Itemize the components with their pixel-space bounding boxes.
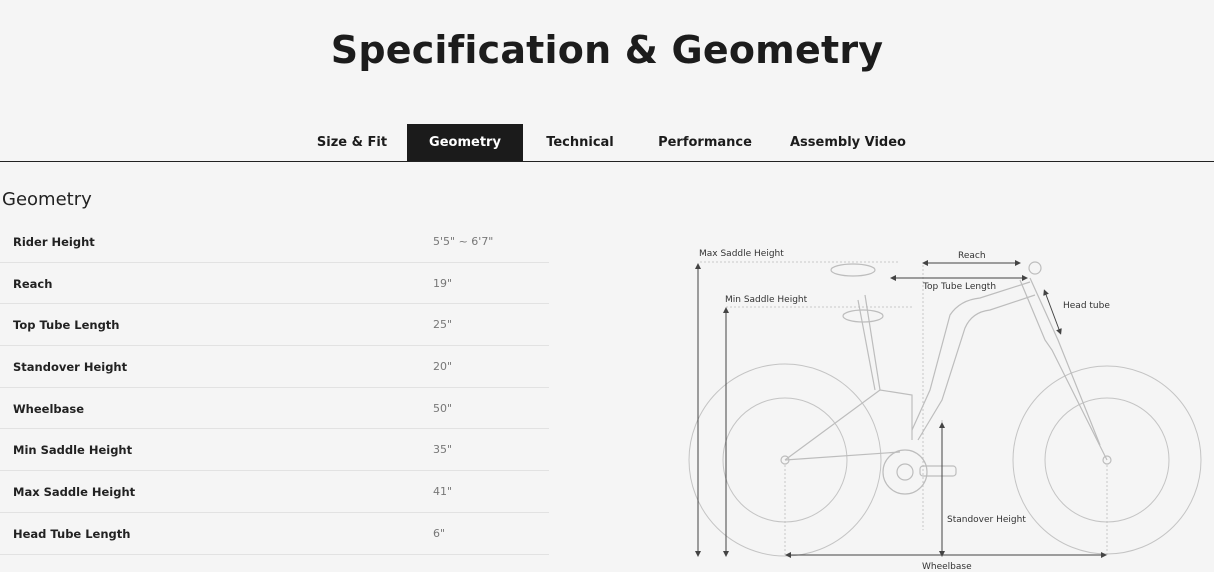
bike-geometry-diagram: Max Saddle Height Min Saddle Height Reac… (680, 240, 1210, 572)
spec-label: Wheelbase (13, 401, 85, 416)
section-title: Geometry (2, 189, 92, 210)
geometry-table: Rider Height 5'5" ~ 6'7" Reach 19" Top T… (0, 221, 549, 555)
label-head-tube: Head tube (1063, 301, 1110, 311)
table-row: Reach 19" (0, 263, 549, 305)
tab-size-fit[interactable]: Size & Fit (308, 124, 396, 161)
tab-geometry[interactable]: Geometry (407, 124, 523, 161)
spec-label: Max Saddle Height (13, 485, 136, 500)
spec-value: 5'5" ~ 6'7" (433, 235, 494, 248)
label-top-tube: Top Tube Length (922, 282, 996, 292)
table-row: Standover Height 20" (0, 346, 549, 388)
table-row: Head Tube Length 6" (0, 513, 549, 555)
table-row: Wheelbase 50" (0, 388, 549, 430)
label-min-saddle: Min Saddle Height (725, 295, 808, 305)
spec-label: Rider Height (13, 235, 95, 249)
spec-label: Min Saddle Height (13, 443, 133, 458)
spec-value: 6" (433, 526, 446, 540)
tab-performance[interactable]: Performance (650, 124, 760, 161)
label-reach: Reach (958, 251, 986, 261)
spec-value: 50" (433, 401, 453, 415)
table-row: Rider Height 5'5" ~ 6'7" (0, 221, 549, 263)
spec-label: Standover Height (13, 360, 128, 375)
table-row: Max Saddle Height 41" (0, 471, 549, 513)
spec-value: 20" (433, 360, 453, 374)
tab-bar: Size & Fit Geometry Technical Performanc… (0, 124, 1214, 162)
guide-lines (700, 261, 1108, 555)
bike-geometry-svg: Max Saddle Height Min Saddle Height Reac… (688, 249, 1202, 572)
label-standover: Standover Height (947, 515, 1026, 525)
spec-label: Top Tube Length (13, 318, 120, 333)
spec-label: Head Tube Length (13, 526, 131, 541)
tab-assembly-video[interactable]: Assembly Video (786, 124, 910, 161)
tab-technical[interactable]: Technical (536, 124, 624, 161)
page-title: Specification & Geometry (330, 28, 884, 72)
table-row: Min Saddle Height 35" (0, 429, 549, 472)
label-wheelbase: Wheelbase (922, 562, 972, 572)
table-row: Top Tube Length 25" (0, 304, 549, 347)
label-max-saddle: Max Saddle Height (699, 249, 784, 259)
spec-value: 19" (433, 276, 453, 290)
spec-value: 41" (433, 485, 453, 499)
spec-label: Reach (13, 276, 53, 291)
spec-value: 35" (433, 443, 453, 457)
spec-value: 25" (433, 318, 453, 332)
